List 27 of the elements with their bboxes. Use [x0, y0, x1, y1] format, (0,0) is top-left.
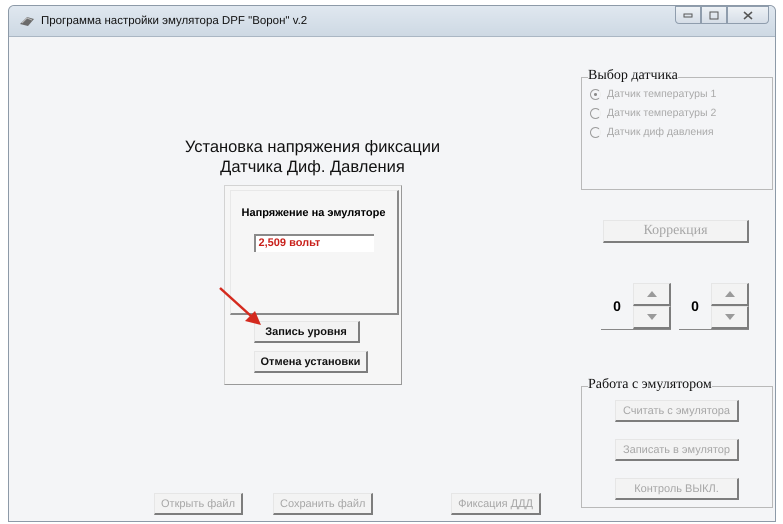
heading-line: Датчика Диф. Давления — [219, 157, 406, 177]
up-button[interactable] — [633, 283, 671, 306]
up-button[interactable] — [711, 283, 749, 306]
close-icon — [743, 10, 753, 20]
voltage-label: Напряжение на эмуляторе — [242, 207, 386, 219]
up-arrow-icon — [724, 291, 734, 297]
panel-button[interactable]: Отмена установки — [254, 351, 368, 373]
down-arrow-icon — [646, 314, 656, 320]
window-title: Программа настройки эмулятора DPF "Ворон" v.2 — [41, 15, 308, 27]
maximize-button[interactable] — [701, 6, 727, 24]
down-arrow-icon — [724, 314, 734, 320]
group-title: Работа с эмулятором — [588, 377, 712, 393]
spinner-value: 0 — [690, 298, 700, 314]
up-arrow-icon — [646, 291, 656, 297]
panel-button[interactable]: Запись уровня — [254, 321, 360, 343]
maximize-icon — [709, 10, 719, 20]
app-icon — [19, 15, 35, 27]
close-button[interactable] — [727, 6, 769, 24]
spinner-value: 0 — [612, 298, 622, 314]
down-button[interactable] — [711, 306, 749, 329]
down-button[interactable] — [633, 306, 671, 329]
group-title: Выбор датчика — [588, 68, 678, 84]
minimize-button[interactable] — [675, 6, 701, 24]
heading-line: Установка напряжения фиксации — [184, 137, 440, 157]
voltage-field[interactable]: 2,509 вольт — [254, 234, 374, 252]
pointer-arrow — [218, 286, 262, 326]
minimize-icon — [683, 12, 693, 18]
